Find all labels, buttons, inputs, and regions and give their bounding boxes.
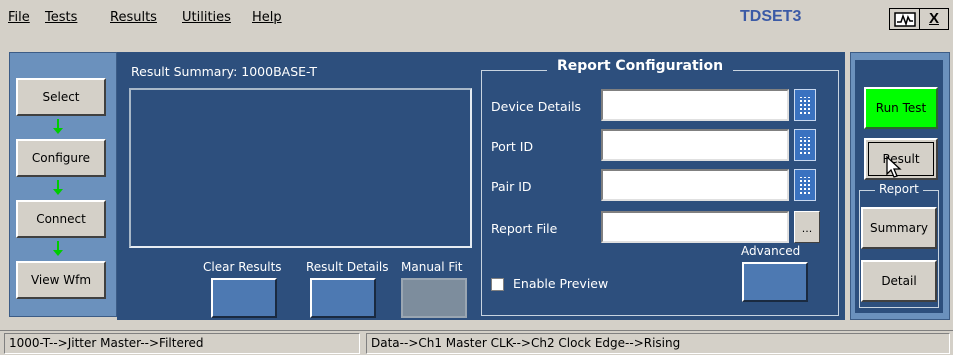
menu-tests-label: Tests — [45, 10, 78, 25]
enable-preview-checkbox[interactable] — [491, 278, 504, 291]
close-icon: X — [928, 10, 939, 27]
keypad-button[interactable] — [794, 169, 816, 201]
keypad-button[interactable] — [794, 89, 816, 121]
keypad-icon — [800, 97, 810, 114]
report-configuration-title: Report Configuration — [547, 58, 734, 74]
menu-help[interactable]: Help — [252, 10, 282, 25]
control-panel-inner: Run Test Result Report Summary Detail — [855, 60, 943, 313]
device-details-input[interactable] — [601, 89, 789, 121]
port-id-input[interactable] — [601, 129, 789, 161]
advanced-button[interactable] — [742, 262, 808, 302]
keypad-button[interactable] — [794, 129, 816, 161]
status-test-path: 1000-T-->Jitter Master-->Filtered — [4, 333, 360, 354]
mouse-pointer-icon — [886, 156, 902, 178]
status-channel-config: Data-->Ch1 Master CLK-->Ch2 Clock Edge--… — [366, 333, 950, 354]
manual-fit-button[interactable] — [401, 278, 467, 318]
configure-button[interactable]: Configure — [16, 139, 106, 177]
run-test-button[interactable]: Run Test — [864, 87, 938, 129]
keypad-icon — [800, 177, 810, 194]
browse-button[interactable]: ... — [794, 211, 820, 243]
report-group-title: Report — [875, 182, 923, 196]
workflow-panel: Select Configure Connect View Wfm — [9, 52, 117, 317]
main-area: Select Configure Connect View Wfm Result… — [0, 37, 953, 327]
scope-view-button[interactable] — [889, 8, 919, 30]
manual-fit-label: Manual Fit — [401, 260, 463, 274]
control-panel: Run Test Result Report Summary Detail — [850, 52, 950, 320]
detail-button[interactable]: Detail — [861, 260, 937, 302]
center-panel: Result Summary: 1000BASE-T Clear Results… — [117, 52, 845, 320]
menu-help-label: Help — [252, 10, 282, 25]
menu-utilities[interactable]: Utilities — [182, 10, 231, 25]
status-bar: 1000-T-->Jitter Master-->Filtered Data--… — [0, 330, 953, 355]
clear-results-button[interactable] — [211, 278, 277, 318]
clear-results-label: Clear Results — [203, 260, 282, 274]
menu-bar: File Tests Results Utilities Help TDSET3… — [0, 0, 953, 37]
advanced-label: Advanced — [741, 244, 801, 258]
menu-file[interactable]: File — [8, 10, 30, 25]
select-button[interactable]: Select — [16, 78, 106, 116]
result-details-button[interactable] — [310, 278, 376, 318]
menu-file-label: File — [8, 10, 30, 25]
report-file-input[interactable] — [601, 211, 789, 243]
report-file-label: Report File — [491, 221, 558, 236]
close-button[interactable]: X — [919, 8, 949, 30]
app-title: TDSET3 — [740, 8, 802, 25]
view-wfm-button[interactable]: View Wfm — [16, 261, 106, 299]
enable-preview-label: Enable Preview — [513, 276, 609, 291]
connect-button[interactable]: Connect — [16, 200, 106, 238]
menu-tests[interactable]: Tests — [45, 10, 77, 25]
keypad-icon — [800, 137, 810, 154]
result-summary-box[interactable] — [129, 88, 472, 248]
result-summary-title: Result Summary: 1000BASE-T — [131, 64, 318, 79]
waveform-icon — [893, 12, 916, 27]
pair-id-input[interactable] — [601, 169, 789, 201]
port-id-label: Port ID — [491, 139, 534, 154]
summary-button[interactable]: Summary — [861, 207, 937, 249]
device-details-label: Device Details — [491, 99, 582, 114]
menu-utilities-label: Utilities — [182, 10, 231, 25]
menu-results[interactable]: Results — [110, 10, 157, 25]
pair-id-label: Pair ID — [491, 179, 532, 194]
menu-results-label: Results — [110, 10, 157, 25]
result-details-label: Result Details — [306, 260, 389, 274]
